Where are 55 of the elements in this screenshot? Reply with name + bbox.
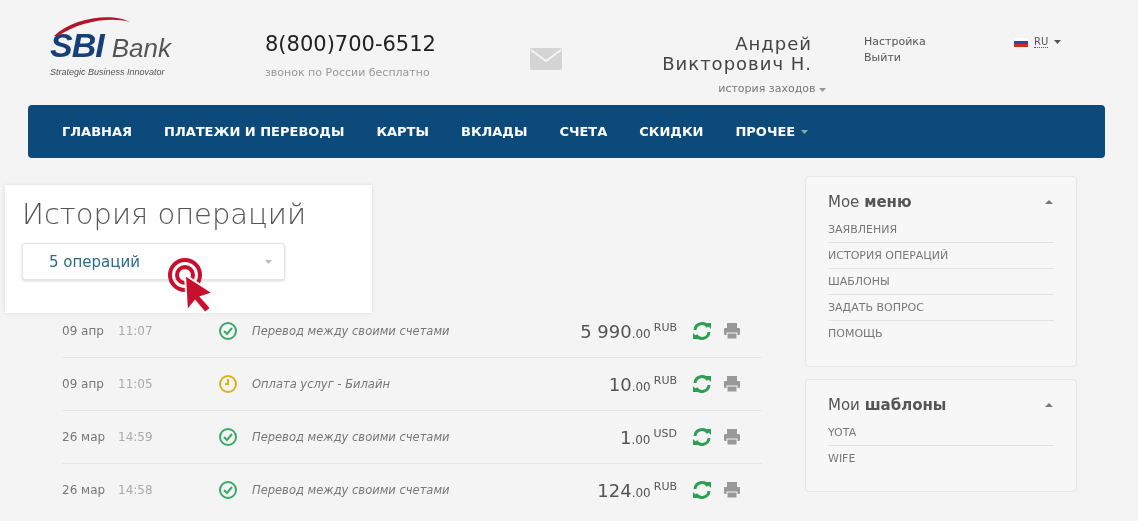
sidebar-link[interactable]: WIFE — [828, 446, 1054, 471]
operation-description[interactable]: Оплата услуг - Билайн — [252, 377, 507, 391]
caret-icon — [819, 88, 826, 92]
nav-item[interactable]: ПРОЧЕЕ — [735, 124, 809, 139]
logo-wordmark: SBI — [50, 26, 104, 65]
caret-icon — [1054, 40, 1062, 44]
repeat-icon[interactable] — [691, 480, 713, 500]
header-link[interactable]: Настройка — [864, 34, 1014, 50]
panel-title: Мое меню — [828, 193, 912, 211]
login-history-link[interactable]: история заходов — [718, 82, 826, 95]
logo-tagline: Strategic Business Innovator — [50, 67, 166, 77]
operation-date: 26 мар — [62, 483, 107, 497]
operation-date: 09 апр — [62, 377, 105, 391]
nav-item[interactable]: ГЛАВНАЯ — [62, 124, 132, 139]
repeat-icon[interactable] — [691, 374, 713, 394]
panel-title: Мои шаблоны — [828, 396, 947, 414]
operation-date: 09 апр — [62, 324, 105, 338]
caret-icon — [265, 259, 272, 264]
caret-icon — [801, 129, 809, 134]
page-title: История операций — [22, 197, 308, 231]
header-link[interactable]: Выйти — [864, 50, 1014, 66]
operations-count-dropdown[interactable]: 5 операций — [22, 243, 285, 280]
operation-time: 11:05 — [118, 377, 154, 391]
print-icon[interactable] — [723, 375, 741, 393]
phone-note: звонок по России бесплатно — [265, 66, 431, 79]
print-icon[interactable] — [723, 481, 741, 499]
sidebar-link[interactable]: ИСТОРИЯ ОПЕРАЦИЙ — [828, 243, 1054, 269]
sidebar-link[interactable]: ШАБЛОНЫ — [828, 269, 1054, 295]
nav-item[interactable]: ПЛАТЕЖИ И ПЕРЕВОДЫ — [164, 124, 345, 139]
sidebar-link[interactable]: ПОМОЩЬ — [828, 321, 1054, 346]
operation-description[interactable]: Перевод между своими счетами — [252, 430, 507, 444]
print-icon[interactable] — [723, 428, 741, 446]
phone-number: 8(800)700-6512 — [265, 32, 437, 56]
sidebar-link[interactable]: ЗАДАТЬ ВОПРОС — [828, 295, 1054, 321]
operation-time: 14:58 — [118, 483, 154, 497]
repeat-icon[interactable] — [691, 427, 713, 447]
language-selector[interactable]: RU — [1034, 36, 1049, 48]
operation-date: 26 мар — [62, 430, 107, 444]
user-name: Андрей Викторович Н. — [662, 34, 812, 74]
logo-bank-text: Bank — [111, 33, 171, 64]
print-icon[interactable] — [723, 322, 741, 340]
repeat-icon[interactable] — [691, 321, 713, 341]
operation-description[interactable]: Перевод между своими счетами — [252, 483, 507, 497]
nav-item[interactable]: КАРТЫ — [376, 124, 429, 139]
operation-time: 14:59 — [118, 430, 154, 444]
operation-description[interactable]: Перевод между своими счетами — [252, 324, 507, 338]
nav-item[interactable]: СКИДКИ — [639, 124, 704, 139]
nav-item[interactable]: СЧЕТА — [559, 124, 608, 139]
nav-item[interactable]: ВКЛАДЫ — [460, 124, 528, 139]
flag-icon — [1014, 37, 1028, 47]
collapse-caret-icon[interactable] — [1044, 402, 1054, 408]
operation-time: 11:07 — [118, 324, 154, 338]
collapse-caret-icon[interactable] — [1044, 199, 1054, 205]
sidebar-link[interactable]: ЗАЯВЛЕНИЯ — [828, 217, 1054, 243]
sidebar-link[interactable]: YOTA — [828, 420, 1054, 446]
